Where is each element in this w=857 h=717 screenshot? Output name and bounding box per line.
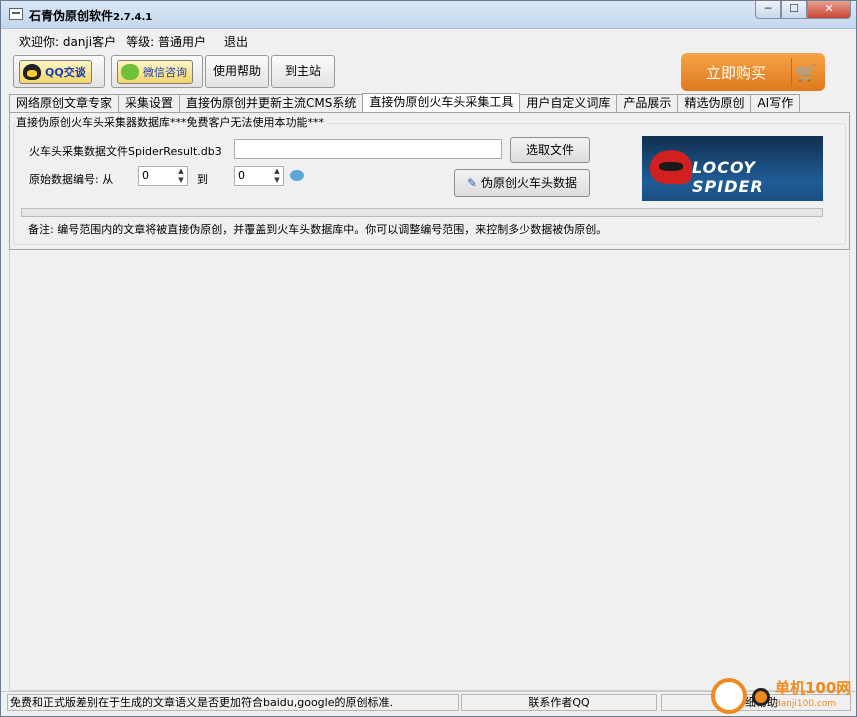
pencil-icon: ✎ [467,176,478,190]
wechat-pill: 微信咨询 [117,60,193,84]
watermark-dot-icon [752,688,770,706]
minimize-button[interactable]: ─ [755,1,781,19]
app-version: 2.7.4.1 [113,12,153,23]
user-level: 等级: 普通用户 [126,35,206,49]
tab-strip: 网络原创文章专家 采集设置 直接伪原创并更新主流CMS系统 直接伪原创火车头采集… [9,93,801,112]
range-to-value: 0 [238,169,245,182]
note-text: 备注: 编号范围内的文章将被直接伪原创，并覆盖到火车头数据库中。你可以调整编号范… [28,223,608,236]
qq-chat-button[interactable]: QQ交谈 [13,55,105,88]
tab-cms-update[interactable]: 直接伪原创并更新主流CMS系统 [179,94,364,112]
locoy-spider-logo: LOCOY SPIDER [642,136,823,201]
tab-products[interactable]: 产品展示 [616,94,679,112]
welcome-text: 欢迎你: danji客户 [19,35,117,49]
window-title: 石青伪原创软件2.7.4.1 [29,7,152,24]
group-title: 直接伪原创火车头采集器数据库***免费客户无法使用本功能*** [16,114,327,130]
range-from-stepper[interactable]: 0 ▲ ▼ [138,166,188,186]
main-site-button[interactable]: 到主站 [271,55,335,88]
progress-bar [21,208,823,217]
watermark-subtext: danji100.com [775,699,837,709]
buy-now-label: 立即购买 [705,63,766,82]
help-bubble-icon[interactable] [290,170,304,181]
process-locoy-label: 伪原创火车头数据 [480,176,577,190]
tab-custom-dictionary[interactable]: 用户自定义词库 [519,94,618,112]
tab-locoy-tool[interactable]: 直接伪原创火车头采集工具 [362,93,521,112]
toolbar: QQ交谈 微信咨询 使用帮助 到主站 立即购买 🛒 [7,53,850,93]
file-label: 火车头采集数据文件SpiderResult.db3 [29,145,222,158]
wechat-icon [121,64,139,80]
app-window: 石青伪原创软件2.7.4.1 ─ ☐ ✕ 欢迎你: danji客户 等级: 普通… [0,0,857,717]
spider-helmet-icon [650,150,692,184]
window-controls: ─ ☐ ✕ [755,1,851,19]
qq-chat-pill: QQ交谈 [19,60,92,84]
qq-icon [23,64,41,80]
range-to-label: 到 [197,173,208,186]
range-to-stepper[interactable]: 0 ▲ ▼ [234,166,284,186]
content-area [9,251,850,691]
stepper-arrows-icon[interactable]: ▲ ▼ [175,167,187,185]
stepper-arrows-icon[interactable]: ▲ ▼ [271,167,283,185]
contact-author-qq[interactable]: 联系作者QQ [461,694,657,711]
app-icon[interactable] [9,8,23,20]
buy-now-button[interactable]: 立即购买 🛒 [681,53,825,91]
logo-text: LOCOY SPIDER [692,158,764,196]
cart-icon: 🛒 [791,58,821,86]
locoy-panel: 直接伪原创火车头采集器数据库***免费客户无法使用本功能*** 火车头采集数据文… [9,112,850,250]
process-locoy-button[interactable]: ✎ 伪原创火车头数据 [454,169,590,197]
range-from-value: 0 [142,169,149,182]
title-bar[interactable]: 石青伪原创软件2.7.4.1 ─ ☐ ✕ [1,1,856,29]
logout-link[interactable]: 退出 [224,33,248,50]
watermark-text: 单机100网 [775,679,852,697]
watermark-ring-icon [711,678,747,714]
watermark: 单机100网 danji100.com [707,674,857,717]
select-file-button[interactable]: 选取文件 [510,137,590,163]
close-button[interactable]: ✕ [807,1,851,19]
app-name: 石青伪原创软件 [29,9,114,23]
maximize-button[interactable]: ☐ [781,1,807,19]
qq-chat-label: QQ交谈 [45,65,86,79]
range-label: 原始数据编号: 从 [29,173,114,186]
wechat-label: 微信咨询 [143,65,187,79]
status-message: 免费和正式版差别在于生成的文章语义是否更加符合baidu,google的原创标准… [7,694,459,711]
wechat-consult-button[interactable]: 微信咨询 [111,55,203,88]
help-button[interactable]: 使用帮助 [205,55,269,88]
tab-collect-settings[interactable]: 采集设置 [118,94,181,112]
tab-selected-rewrite[interactable]: 精选伪原创 [677,94,752,112]
file-path-input[interactable] [234,139,502,159]
tab-ai-writing[interactable]: AI写作 [750,94,801,112]
tab-article-expert[interactable]: 网络原创文章专家 [9,94,120,112]
user-info-bar: 欢迎你: danji客户 等级: 普通用户 退出 [19,33,248,50]
